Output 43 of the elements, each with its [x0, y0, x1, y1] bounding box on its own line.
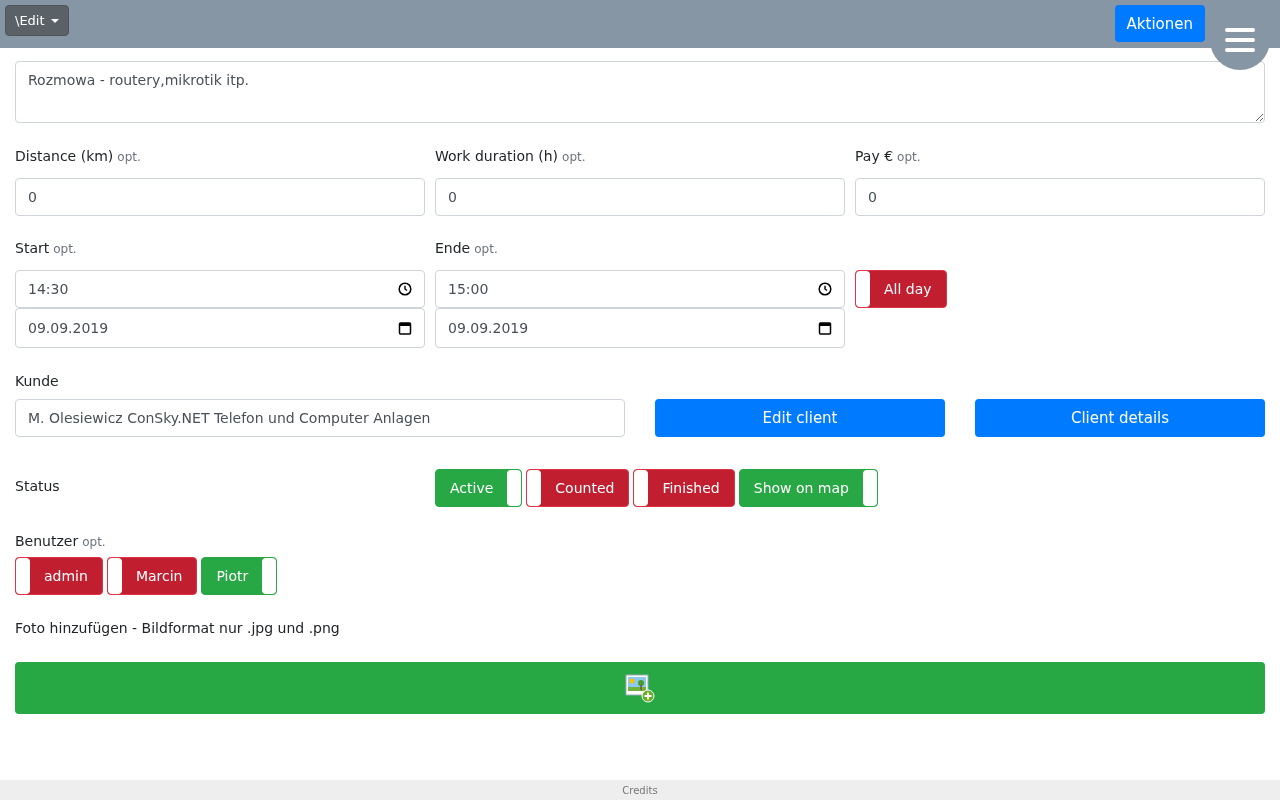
field-label: Status: [15, 478, 60, 494]
field-label: Work duration (h): [435, 148, 559, 164]
time-field[interactable]: 15:00: [435, 270, 845, 308]
add-image-icon: [625, 673, 655, 703]
toggle-switch[interactable]: Marcin: [106, 557, 198, 595]
client-field[interactable]: M. Olesiewicz ConSky.NET Telefon und Computer Anlagen: [15, 399, 625, 437]
toggle-switch[interactable]: Piotr: [201, 557, 278, 595]
calendar-icon: [818, 321, 832, 335]
toggle-switch[interactable]: Finished: [633, 469, 735, 507]
number-field[interactable]: 0: [855, 178, 1265, 216]
optional-hint: opt.: [562, 150, 586, 164]
time-field[interactable]: 14:30: [15, 270, 425, 308]
toggle-switch[interactable]: Show on map: [738, 469, 878, 507]
optional-hint: opt.: [53, 242, 77, 256]
optional-hint: opt.: [117, 150, 141, 164]
field-label: Benutzer: [15, 533, 79, 549]
actions-button[interactable]: Aktionen: [1114, 5, 1205, 42]
client-button[interactable]: Client details: [975, 399, 1265, 437]
optional-hint: opt.: [82, 535, 106, 549]
number-field[interactable]: 0: [15, 178, 425, 216]
field-label: Ende: [435, 240, 471, 256]
optional-hint: opt.: [474, 242, 498, 256]
field-label: Pay €: [855, 148, 894, 164]
field-label: Foto hinzufügen - Bildformat nur .jpg und .png: [15, 620, 340, 636]
toggle-switch[interactable]: All day: [855, 270, 947, 308]
mode-dropdown[interactable]: \Edit: [5, 5, 69, 36]
toggle-switch[interactable]: Counted: [526, 469, 630, 507]
date-field[interactable]: 09.09.2019: [15, 308, 425, 348]
caret-icon: [50, 18, 59, 23]
field-label: Distance (km): [15, 148, 114, 164]
credits-link[interactable]: Credits: [622, 784, 658, 796]
calendar-icon: [398, 321, 412, 335]
date-field[interactable]: 09.09.2019: [435, 308, 845, 348]
optional-hint: opt.: [897, 150, 921, 164]
description-field[interactable]: Rozmowa - routery,mikrotik itp.: [15, 61, 1265, 123]
number-field[interactable]: 0: [435, 178, 845, 216]
clock-icon: [818, 282, 832, 296]
toggle-switch[interactable]: admin: [15, 557, 103, 595]
field-label: Kunde: [15, 373, 59, 389]
client-button[interactable]: Edit client: [655, 399, 945, 437]
field-label: Start: [15, 240, 50, 256]
toggle-switch[interactable]: Active: [435, 469, 523, 507]
clock-icon: [398, 282, 412, 296]
